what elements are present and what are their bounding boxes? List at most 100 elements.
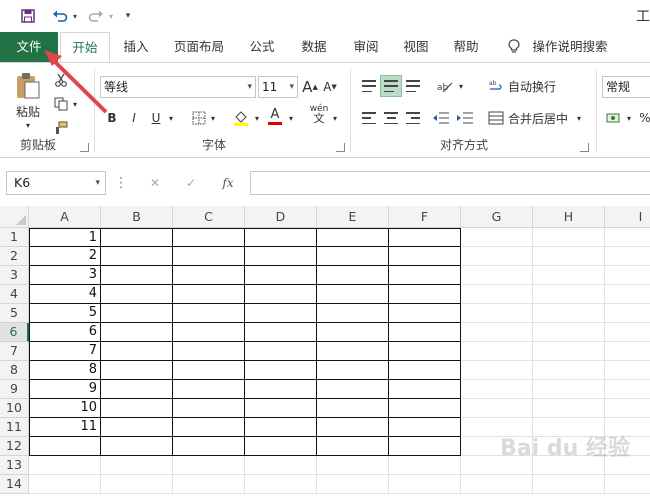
cell-d6[interactable] [245,323,317,342]
column-header-d[interactable]: D [245,206,317,228]
cell-h14[interactable] [533,475,605,494]
cell-f11[interactable] [389,418,461,437]
row-header-7[interactable]: 7 [0,342,29,361]
tab-help[interactable]: 帮助 [444,32,488,62]
orientation-dropdown-icon[interactable]: ▾ [456,75,466,97]
cell-f9[interactable] [389,380,461,399]
paste-dropdown-icon[interactable]: ▾ [22,119,34,131]
cell-a5[interactable]: 5 [29,304,101,323]
row-header-11[interactable]: 11 [0,418,29,437]
cell-b1[interactable] [101,228,173,247]
copy-icon[interactable] [52,93,70,115]
cell-e11[interactable] [317,418,389,437]
customize-icon[interactable]: ▾ [122,8,134,24]
cell-d5[interactable] [245,304,317,323]
cell-f6[interactable] [389,323,461,342]
decrease-indent-icon[interactable] [430,107,452,129]
cell-d4[interactable] [245,285,317,304]
cell-d7[interactable] [245,342,317,361]
align-middle-icon[interactable] [380,75,402,97]
column-header-h[interactable]: H [533,206,605,228]
cell-e13[interactable] [317,456,389,475]
cell-a14[interactable] [29,475,101,494]
undo-icon[interactable] [50,8,70,24]
row-header-12[interactable]: 12 [0,437,29,456]
tab-data[interactable]: 数据 [292,32,336,62]
cell-b3[interactable] [101,266,173,285]
cell-e1[interactable] [317,228,389,247]
wrap-text-icon[interactable]: ab [486,75,506,97]
cell-f3[interactable] [389,266,461,285]
cell-f5[interactable] [389,304,461,323]
font-color-dropdown-icon[interactable]: ▾ [286,107,296,129]
borders-icon[interactable] [190,107,208,129]
column-header-f[interactable]: F [389,206,461,228]
cell-a13[interactable] [29,456,101,475]
redo-icon[interactable] [86,8,106,24]
cell-b8[interactable] [101,361,173,380]
cell-a7[interactable]: 7 [29,342,101,361]
select-all-button[interactable] [0,206,29,228]
insert-function-icon[interactable]: fx [218,172,238,194]
paste-icon[interactable] [12,71,44,101]
align-bottom-icon[interactable] [402,75,424,97]
cell-a11[interactable]: 11 [29,418,101,437]
cell-h7[interactable] [533,342,605,361]
font-color-button[interactable]: A [266,105,284,127]
align-top-icon[interactable] [358,75,380,97]
cell-d3[interactable] [245,266,317,285]
cell-g10[interactable] [461,399,533,418]
cell-a10[interactable]: 10 [29,399,101,418]
cell-c7[interactable] [173,342,245,361]
cell-d9[interactable] [245,380,317,399]
cell-e2[interactable] [317,247,389,266]
cell-e5[interactable] [317,304,389,323]
increase-indent-icon[interactable] [454,107,476,129]
font-name-combo[interactable]: 等线 ▾ [100,76,256,98]
fill-color-dropdown-icon[interactable]: ▾ [252,107,262,129]
cell-b9[interactable] [101,380,173,399]
accounting-format-icon[interactable] [604,107,624,129]
cell-g14[interactable] [461,475,533,494]
cell-c14[interactable] [173,475,245,494]
column-header-b[interactable]: B [101,206,173,228]
undo-dropdown-icon[interactable]: ▾ [70,8,80,24]
cell-c8[interactable] [173,361,245,380]
formula-input[interactable] [250,171,650,195]
cell-i4[interactable] [605,285,650,304]
align-right-icon[interactable] [402,107,424,129]
merge-center-icon[interactable] [486,107,506,129]
row-header-8[interactable]: 8 [0,361,29,380]
cell-g1[interactable] [461,228,533,247]
column-header-a[interactable]: A [29,206,101,228]
cell-g6[interactable] [461,323,533,342]
cell-h9[interactable] [533,380,605,399]
cell-e12[interactable] [317,437,389,456]
cell-d14[interactable] [245,475,317,494]
cell-a8[interactable]: 8 [29,361,101,380]
copy-dropdown-icon[interactable]: ▾ [70,93,80,115]
cut-icon[interactable] [52,69,70,91]
cell-c3[interactable] [173,266,245,285]
cell-e3[interactable] [317,266,389,285]
cell-e9[interactable] [317,380,389,399]
enter-icon[interactable]: ✓ [182,172,200,194]
cell-i3[interactable] [605,266,650,285]
cell-e14[interactable] [317,475,389,494]
cell-d12[interactable] [245,437,317,456]
cell-b14[interactable] [101,475,173,494]
row-header-2[interactable]: 2 [0,247,29,266]
cell-d13[interactable] [245,456,317,475]
cell-f4[interactable] [389,285,461,304]
cell-d2[interactable] [245,247,317,266]
cell-e4[interactable] [317,285,389,304]
bold-button[interactable]: B [104,107,120,129]
cell-h10[interactable] [533,399,605,418]
cell-i1[interactable] [605,228,650,247]
cell-c1[interactable] [173,228,245,247]
column-header-e[interactable]: E [317,206,389,228]
cell-i8[interactable] [605,361,650,380]
cell-b4[interactable] [101,285,173,304]
cell-i10[interactable] [605,399,650,418]
cell-h5[interactable] [533,304,605,323]
